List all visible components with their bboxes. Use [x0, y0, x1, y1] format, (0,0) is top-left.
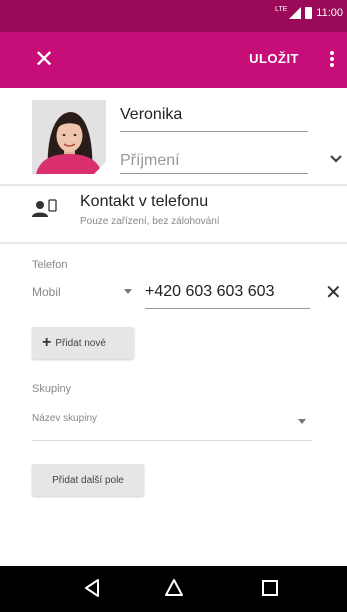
- plus-icon: +: [42, 334, 52, 351]
- network-type: LTE: [274, 5, 288, 13]
- divider: [0, 184, 347, 186]
- surname-field[interactable]: Příjmení: [120, 146, 308, 174]
- contact-device-icon: [32, 199, 57, 217]
- phone-number-field[interactable]: +420 603 603 603: [145, 283, 310, 309]
- account-title: Kontakt v telefonu: [80, 193, 209, 210]
- account-subtitle: Pouze zařízení, bez zálohování: [80, 216, 220, 227]
- battery-icon: [305, 7, 313, 19]
- save-button[interactable]: ULOŽIT: [249, 51, 299, 66]
- add-new-button[interactable]: + Přidat nové: [32, 327, 134, 359]
- add-field-button[interactable]: Přidat další pole: [32, 464, 144, 496]
- chevron-down-icon[interactable]: [329, 152, 343, 166]
- status-bar: LTE 11:00: [0, 0, 347, 32]
- dropdown-arrow-icon: [298, 419, 306, 424]
- phone-section-label: Telefon: [32, 259, 68, 271]
- contact-photo[interactable]: [32, 100, 106, 174]
- dropdown-arrow-icon: [124, 289, 132, 294]
- phone-type-select[interactable]: Mobil: [32, 285, 132, 299]
- divider: [0, 242, 347, 244]
- phone-type-value: Mobil: [32, 285, 61, 299]
- remove-phone-icon[interactable]: ✕: [325, 283, 342, 303]
- back-icon[interactable]: [81, 576, 103, 600]
- status-icons: LTE 11:00: [274, 5, 343, 19]
- signal-icon: [289, 7, 302, 19]
- more-vert-icon[interactable]: [325, 48, 339, 70]
- home-icon[interactable]: [163, 576, 185, 600]
- close-icon[interactable]: ✕: [34, 46, 54, 74]
- status-time: 11:00: [316, 7, 343, 19]
- app-bar: ✕ ULOŽIT: [0, 32, 347, 88]
- avatar: [32, 100, 106, 174]
- groups-section-label: Skupiny: [32, 383, 72, 395]
- add-new-label: Přidat nové: [55, 337, 106, 349]
- group-select[interactable]: Název skupiny: [32, 413, 312, 441]
- recents-icon[interactable]: [259, 576, 281, 600]
- navigation-bar: [0, 566, 347, 612]
- first-name-field[interactable]: Veronika: [120, 104, 308, 132]
- group-select-value: Název skupiny: [32, 413, 98, 424]
